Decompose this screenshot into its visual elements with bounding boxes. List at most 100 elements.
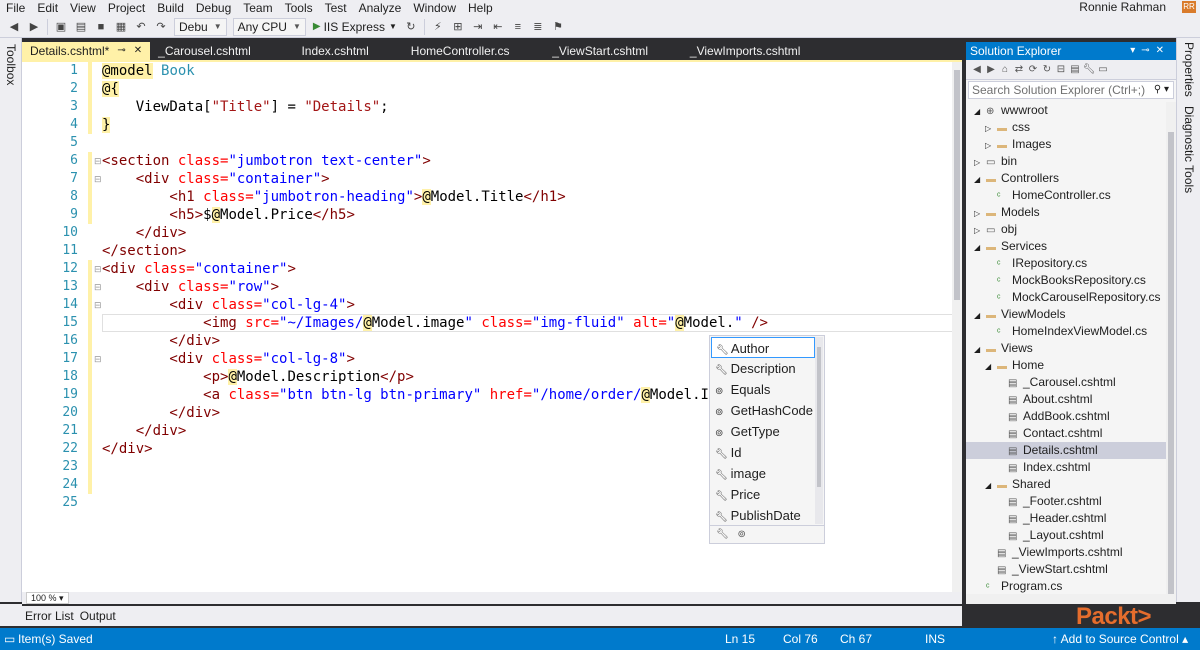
menu-project[interactable]: Project — [102, 1, 151, 15]
diagnostic-tools-tab[interactable]: Diagnostic Tools — [1182, 106, 1196, 193]
tree-item[interactable]: ᶜ HomeIndexViewModel.cs — [966, 323, 1147, 340]
sync-icon[interactable]: ⟳ — [1026, 64, 1040, 75]
collapse-icon[interactable]: ⊟ — [94, 282, 102, 293]
refresh-icon[interactable]: ↻ — [1040, 64, 1054, 75]
refresh-icon[interactable]: ↻ — [403, 19, 419, 35]
completion-item-image[interactable]: 🔧︎ image — [711, 463, 815, 484]
indent-icon[interactable]: ⇥ — [470, 19, 486, 35]
tree-item[interactable]: ▤ Contact.cshtml — [966, 425, 1102, 442]
back-icon[interactable]: ◀ — [970, 64, 984, 75]
switch-view-icon[interactable]: ⇄ — [1012, 64, 1026, 75]
tab-index[interactable]: Index.cshtml — [280, 42, 390, 60]
properties-icon[interactable]: 🔧︎ — [1082, 64, 1096, 75]
tab-carousel[interactable]: _Carousel.cshtml — [150, 42, 280, 60]
forward-icon[interactable]: ▶ — [984, 64, 998, 75]
collapsed-arrow-icon[interactable]: ▷ — [974, 154, 986, 171]
menu-file[interactable]: File — [0, 1, 31, 15]
toolbox-label[interactable]: Toolbox — [4, 44, 18, 85]
menu-tools[interactable]: Tools — [279, 1, 319, 15]
intellisense-scrollbar[interactable] — [815, 337, 823, 524]
tree-item[interactable]: ▷ ▬ Images — [966, 136, 1051, 153]
pin-icon[interactable]: ⊸ — [1141, 45, 1155, 56]
user-name[interactable]: Ronnie Rahman — [1079, 0, 1166, 14]
tab-viewimports[interactable]: _ViewImports.cshtml — [670, 42, 820, 60]
comment-icon[interactable]: ≡ — [510, 19, 526, 35]
tab-homecontroller[interactable]: HomeController.cs — [390, 42, 530, 60]
expanded-arrow-icon[interactable]: ◢ — [974, 103, 986, 120]
collapse-icon[interactable]: ⊟ — [94, 174, 102, 185]
forward-icon[interactable]: ▶ — [26, 19, 42, 35]
tree-item[interactable]: ◢ ▬ Shared — [966, 476, 1051, 493]
editor-vertical-scrollbar[interactable] — [952, 62, 962, 592]
menu-window[interactable]: Window — [407, 1, 462, 15]
search-icon[interactable]: ⚲ ▾ — [1154, 82, 1169, 98]
expanded-arrow-icon[interactable]: ◢ — [974, 171, 986, 188]
close-icon[interactable]: ✕ — [134, 42, 142, 60]
solution-search-input[interactable]: Search Solution Explorer (Ctrl+;) ⚲ ▾ — [968, 81, 1174, 99]
pin-icon[interactable]: ⊸ — [117, 42, 125, 60]
show-all-files-icon[interactable]: ▤ — [1068, 64, 1082, 75]
scrollbar-thumb[interactable] — [817, 347, 821, 487]
tree-item[interactable]: ▷ ▬ Models — [966, 204, 1040, 221]
tree-item[interactable]: ▤ _ViewStart.cshtml — [966, 561, 1108, 578]
back-icon[interactable]: ◀ — [6, 19, 22, 35]
tree-item[interactable]: ▤ Details.cshtml — [966, 442, 1166, 459]
menu-analyze[interactable]: Analyze — [353, 1, 408, 15]
preview-icon[interactable]: ▭ — [1096, 64, 1110, 75]
tree-item[interactable]: ▤ About.cshtml — [966, 391, 1092, 408]
close-icon[interactable]: ✕ — [1156, 45, 1170, 56]
tree-item[interactable]: ▤ Index.cshtml — [966, 459, 1090, 476]
tree-item[interactable]: ▤ _ViewImports.cshtml — [966, 544, 1122, 561]
save-icon[interactable]: ■ — [93, 19, 109, 35]
tree-item[interactable]: ᶜ HomeController.cs — [966, 187, 1111, 204]
platform-select[interactable]: Any CPU ▼ — [232, 17, 306, 36]
tree-item[interactable]: ▤ _Header.cshtml — [966, 510, 1106, 527]
scrollbar-thumb[interactable] — [1168, 132, 1174, 602]
tree-item[interactable]: ▤ _Carousel.cshtml — [966, 374, 1116, 391]
menu-view[interactable]: View — [64, 1, 102, 15]
user-avatar-icon[interactable]: RR — [1182, 1, 1196, 13]
solution-explorer-title-bar[interactable]: Solution Explorer ▾⊸✕ — [966, 42, 1176, 60]
completion-item-id[interactable]: 🔧︎ Id — [711, 442, 815, 463]
collapse-all-icon[interactable]: ⊟ — [1054, 64, 1068, 75]
undo-icon[interactable]: ↶ — [133, 19, 149, 35]
tree-item[interactable]: ▤ _Footer.cshtml — [966, 493, 1102, 510]
tree-item[interactable]: ᶜ MockCarouselRepository.cs — [966, 289, 1161, 306]
outdent-icon[interactable]: ⇤ — [490, 19, 506, 35]
tree-item[interactable]: ᶜ MockBooksRepository.cs — [966, 272, 1146, 289]
method-filter-icon[interactable]: ⊚ — [737, 529, 745, 540]
expanded-arrow-icon[interactable]: ◢ — [974, 307, 986, 324]
dropdown-icon[interactable]: ▾ — [1130, 45, 1141, 56]
collapsed-arrow-icon[interactable]: ▷ — [974, 205, 986, 222]
open-icon[interactable]: ▤ — [73, 19, 89, 35]
tree-item[interactable]: ▷ ▬ css — [966, 119, 1030, 136]
collapse-icon[interactable]: ⊟ — [94, 264, 102, 275]
tree-item[interactable]: ▷ ▭ obj — [966, 221, 1017, 238]
expanded-arrow-icon[interactable]: ◢ — [985, 358, 997, 375]
expanded-arrow-icon[interactable]: ◢ — [974, 341, 986, 358]
tree-item[interactable]: ◢ ▬ ViewModels — [966, 306, 1065, 323]
tree-item[interactable]: ◢ ▬ Services — [966, 238, 1047, 255]
menu-help[interactable]: Help — [462, 1, 499, 15]
menu-test[interactable]: Test — [319, 1, 353, 15]
menu-team[interactable]: Team — [237, 1, 278, 15]
run-button[interactable]: ▶ IIS Express ▼ — [313, 20, 397, 34]
collapsed-arrow-icon[interactable]: ▷ — [985, 137, 997, 154]
tree-item[interactable]: ᶜ IRepository.cs — [966, 255, 1087, 272]
collapse-icon[interactable]: ⊟ — [94, 354, 102, 365]
properties-tab[interactable]: Properties — [1182, 42, 1196, 97]
tree-item[interactable]: ▷ ▭ bin — [966, 153, 1017, 170]
home-icon[interactable]: ⌂ — [998, 64, 1012, 75]
menu-debug[interactable]: Debug — [190, 1, 237, 15]
collapse-icon[interactable]: ⊟ — [94, 300, 102, 311]
intellisense-popup[interactable]: 🔧︎ Author 🔧︎ Description ⊚ Equals ⊚ GetH… — [709, 335, 825, 544]
configuration-select[interactable]: Debu ▼ — [174, 17, 227, 36]
completion-item-price[interactable]: 🔧︎ Price — [711, 484, 815, 505]
menu-build[interactable]: Build — [151, 1, 190, 15]
completion-item-equals[interactable]: ⊚ Equals — [711, 379, 815, 400]
completion-item-gettype[interactable]: ⊚ GetType — [711, 421, 815, 442]
collapse-icon[interactable]: ⊟ — [94, 156, 102, 167]
completion-item-author[interactable]: 🔧︎ Author — [711, 337, 815, 358]
expanded-arrow-icon[interactable]: ◢ — [985, 477, 997, 494]
collapsed-arrow-icon[interactable]: ▷ — [985, 120, 997, 137]
